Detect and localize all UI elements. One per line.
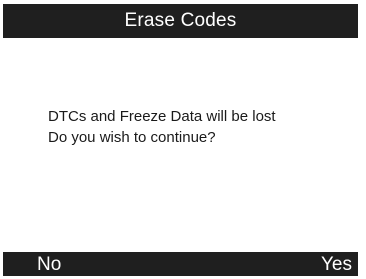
yes-button[interactable]: Yes	[321, 252, 352, 276]
dialog-content: DTCs and Freeze Data will be lost Do you…	[3, 38, 358, 252]
no-button[interactable]: No	[37, 252, 61, 276]
dialog-message: DTCs and Freeze Data will be lost Do you…	[48, 106, 276, 148]
title-bar: Erase Codes	[3, 4, 358, 38]
scanner-screen: Erase Codes DTCs and Freeze Data will be…	[3, 4, 358, 276]
warning-text: DTCs and Freeze Data will be lost	[48, 108, 276, 125]
footer-bar: No Yes	[3, 252, 358, 276]
page-title: Erase Codes	[124, 10, 237, 31]
confirmation-question: Do you wish to continue?	[48, 129, 216, 146]
